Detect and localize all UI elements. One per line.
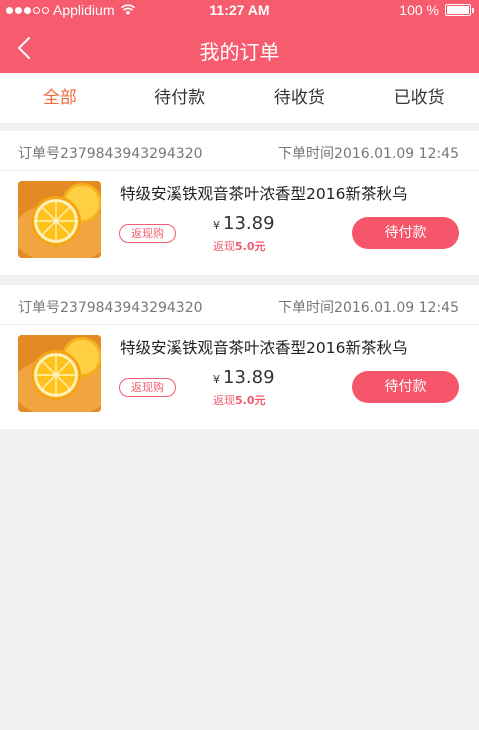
currency-symbol: ¥ [213,219,220,232]
cashback-tag: 返现购 [119,378,176,397]
cashback-value: 5.0元 [235,240,266,253]
order-item[interactable]: 特级安溪铁观音茶叶浓香型2016新茶秋乌 返现购 ¥13.89 返现5.0元 待… [0,325,479,429]
order-number: 订单号2379843943294320 [18,146,203,162]
price: ¥13.89 [213,367,275,388]
cashback-label: 返现 [213,394,235,407]
cashback-amount: 返现5.0元 [213,392,266,408]
order-card: 订单号2379843943294320 下单时间2016.01.09 12:45 [0,131,479,275]
battery-percent: 100 % [399,2,439,18]
product-name[interactable]: 特级安溪铁观音茶叶浓香型2016新茶秋乌 [120,182,407,204]
price: ¥13.89 [213,213,275,234]
order-time: 下单时间2016.01.09 12:45 [278,146,459,162]
battery-icon [445,4,474,16]
order-header: 订单号2379843943294320 下单时间2016.01.09 12:45 [0,131,479,171]
order-number: 订单号2379843943294320 [18,300,203,316]
order-header: 订单号2379843943294320 下单时间2016.01.09 12:45 [0,285,479,325]
price-value: 13.89 [223,213,275,234]
order-tabs: 全部 待付款 待收货 已收货 [0,73,479,123]
tab-pending-receipt[interactable]: 待收货 [240,73,360,123]
product-name[interactable]: 特级安溪铁观音茶叶浓香型2016新茶秋乌 [120,336,407,358]
currency-symbol: ¥ [213,373,220,386]
cashback-amount: 返现5.0元 [213,238,266,254]
cashback-value: 5.0元 [235,394,266,407]
status-right: 100 % [399,2,474,18]
tab-pending-payment[interactable]: 待付款 [120,73,240,123]
tab-received[interactable]: 已收货 [359,73,479,123]
product-image[interactable] [18,335,101,412]
cashback-tag: 返现购 [119,224,176,243]
header: Applidium 11:27 AM 100 % 我的订单 [0,0,479,73]
order-time: 下单时间2016.01.09 12:45 [278,300,459,316]
order-item[interactable]: 特级安溪铁观音茶叶浓香型2016新茶秋乌 返现购 ¥13.89 返现5.0元 待… [0,171,479,275]
status-bar: Applidium 11:27 AM 100 % [0,0,479,22]
product-image[interactable] [18,181,101,258]
pay-button[interactable]: 待付款 [352,371,459,403]
price-value: 13.89 [223,367,275,388]
page-title: 我的订单 [199,40,280,64]
order-card: 订单号2379843943294320 下单时间2016.01.09 12:45 [0,285,479,429]
tab-all[interactable]: 全部 [0,73,120,123]
pay-button[interactable]: 待付款 [352,217,459,249]
cashback-label: 返现 [213,240,235,253]
